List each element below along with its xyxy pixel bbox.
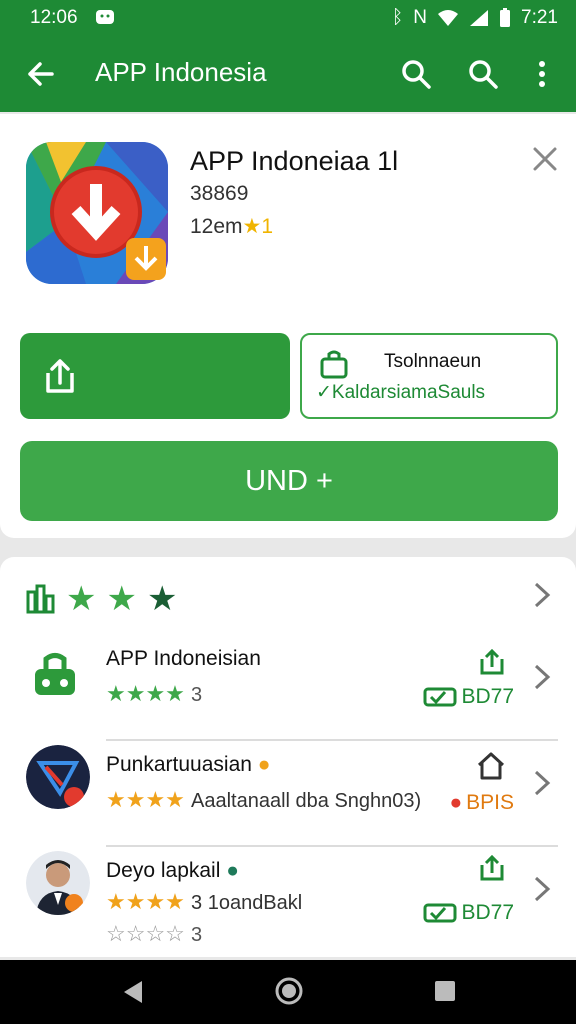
list-item-badge: BD77	[423, 901, 514, 925]
rating-count: 3	[191, 924, 203, 946]
recents-nav-icon[interactable]	[434, 980, 456, 1002]
list-item-title: Punkartuuasian ●	[106, 753, 270, 777]
share-icon[interactable]	[478, 647, 506, 677]
app-meta: 12em★1	[190, 214, 273, 239]
secondary-action-subtext: KaldarsiamaSauls	[331, 382, 486, 403]
rating-stars: ★★★★	[106, 787, 185, 812]
badge-text: BD77	[461, 685, 514, 708]
rating-stars: ★★★★	[106, 681, 185, 706]
user-avatar	[26, 851, 90, 915]
list-item-rating-secondary: ☆☆☆☆ 3	[106, 921, 202, 947]
list-item[interactable]: Deyo lapkail ● ★★★★ 3 1oandBakl ☆☆☆☆ 3 B…	[0, 847, 576, 955]
home-nav-icon[interactable]	[274, 976, 304, 1006]
list-item-subtitle: 3 1oandBakl	[191, 892, 303, 914]
emoji-icon: ●	[226, 859, 239, 882]
signal-icon	[470, 10, 489, 26]
app-icon	[26, 142, 168, 284]
list-item-title-text: Punkartuuasian	[106, 753, 252, 776]
app-detail-card: APP Indoneiaa 1l 38869 12em★1 Tsolnnaeun…	[0, 114, 576, 538]
list-item-badge: BD77	[423, 685, 514, 709]
back-nav-icon[interactable]	[120, 978, 146, 1006]
app-meta-star: ★1	[242, 215, 274, 238]
list-item-title: APP Indoneisian	[106, 647, 261, 670]
notification-icon	[96, 10, 114, 24]
list-item-subtitle: Aaaltanaall dba Snghn03)	[191, 790, 422, 812]
status-bar: 12:06 ᛒ N 7:21	[0, 0, 576, 36]
bag-icon	[320, 350, 348, 379]
more-vert-icon[interactable]	[524, 56, 560, 92]
search-icon-secondary[interactable]	[465, 56, 501, 92]
check-tag-icon	[423, 687, 457, 707]
stats-icon	[26, 584, 55, 614]
app-name: APP Indoneiaa 1l	[190, 146, 399, 176]
rating-stars-empty: ☆☆☆☆	[106, 921, 185, 946]
list-item[interactable]: APP Indoneisian ★★★★ 3 BD77	[0, 635, 576, 741]
list-item-rating: ★★★★ Aaaltanaall dba Snghn03)	[106, 787, 421, 813]
list-item-rating: ★★★★ 3 1oandBakl	[106, 889, 302, 915]
rating-star-3: ★	[146, 580, 178, 618]
related-apps-card: ★ ★ ★ APP Indoneisian ★★★★ 3 BD77 Punkar…	[0, 557, 576, 957]
rating-summary[interactable]: ★ ★ ★	[26, 579, 177, 619]
list-item-title: Deyo lapkail ●	[106, 859, 239, 883]
list-item-title-text: Deyo lapkail	[106, 859, 221, 882]
secondary-action-label: Tsolnnaeun	[384, 351, 482, 372]
share-icon	[46, 359, 74, 393]
home-icon[interactable]	[476, 751, 506, 781]
system-nav-bar	[0, 960, 576, 1024]
list-item[interactable]: Punkartuuasian ● ★★★★ Aaaltanaall dba Sn…	[0, 741, 576, 847]
status-time: 12:06	[30, 7, 78, 28]
rating-count: 3	[191, 684, 203, 706]
close-icon[interactable]	[532, 146, 558, 172]
back-arrow-icon[interactable]	[22, 56, 58, 92]
status-icons: ᛒ N 7:21	[392, 7, 558, 29]
chevron-right-icon[interactable]	[532, 769, 552, 797]
badge-text: BPIS	[466, 791, 514, 814]
flame-icon: ●	[257, 753, 271, 776]
battery-icon	[500, 8, 511, 27]
share-button[interactable]	[20, 333, 290, 419]
chevron-right-icon[interactable]	[532, 581, 552, 609]
chevron-right-icon[interactable]	[532, 875, 552, 903]
app-number: 38869	[190, 182, 249, 205]
list-item-rating: ★★★★ 3	[106, 681, 202, 707]
app-bar: APP Indonesia	[0, 36, 576, 112]
chevron-right-icon[interactable]	[532, 663, 552, 691]
nfc-icon: N	[413, 7, 428, 28]
share-icon[interactable]	[478, 853, 506, 883]
badge-text: BD77	[461, 901, 514, 924]
search-icon[interactable]	[398, 56, 434, 92]
rating-stars: ★★★★	[106, 889, 185, 914]
secondary-action-button[interactable]: Tsolnnaeun ✓KaldarsiamaSauls	[300, 333, 558, 419]
status-right-time: 7:21	[521, 7, 558, 28]
rating-star-1: ★	[66, 580, 97, 618]
app-bar-title: APP Indonesia	[95, 57, 267, 87]
rating-star-2: ★	[106, 580, 137, 618]
install-button[interactable]: UND +	[20, 441, 558, 521]
list-item-badge: ● BPIS	[449, 791, 514, 815]
app-meta-text: 12em	[190, 215, 243, 238]
check-tag-icon	[423, 903, 457, 923]
flame-icon: ●	[449, 791, 463, 814]
bluetooth-icon: ᛒ	[391, 7, 404, 28]
secondary-action-sublabel: ✓KaldarsiamaSauls	[316, 382, 486, 403]
app-avatar	[26, 745, 90, 809]
wifi-icon	[438, 10, 459, 26]
bag-icon	[35, 653, 75, 695]
